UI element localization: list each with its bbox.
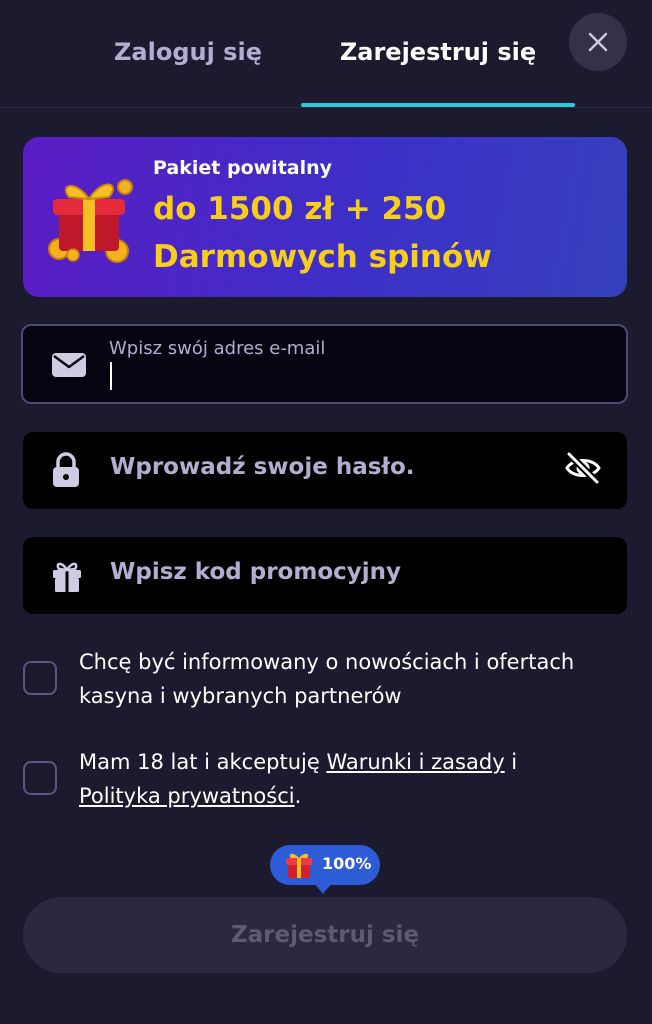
eye-slash-icon[interactable] — [563, 448, 603, 488]
email-input[interactable] — [109, 360, 549, 392]
welcome-bonus-banner: Pakiet powitalny do 1500 zł + 250 Darmow… — [23, 137, 627, 297]
bonus-badge: 100% — [270, 845, 380, 894]
terms-suffix: . — [294, 784, 302, 808]
close-icon — [588, 32, 608, 52]
terms-consent-checkbox[interactable] — [23, 761, 57, 795]
banner-free-spins: Darmowych spinów — [153, 239, 492, 275]
tab-register[interactable]: Zarejestruj się — [318, 30, 558, 74]
tab-login[interactable]: Zaloguj się — [96, 30, 280, 74]
banner-bonus-amount: do 1500 zł + 250 — [153, 191, 447, 227]
text-caret — [110, 362, 112, 390]
marketing-consent-checkbox[interactable] — [23, 661, 57, 695]
terms-consent-text: Mam 18 lat i akceptuję Warunki i zasady … — [79, 745, 619, 813]
promo-code-placeholder: Wpisz kod promocyjny — [110, 559, 402, 585]
marketing-consent-text: Chcę być informowany o nowościach i ofer… — [79, 650, 575, 708]
active-tab-indicator — [301, 103, 575, 107]
gift-icon — [286, 853, 312, 878]
gift-icon — [48, 179, 133, 263]
close-button[interactable] — [569, 13, 627, 71]
envelope-icon — [52, 353, 86, 377]
email-field[interactable]: Wpisz swój adres e-mail — [21, 324, 628, 404]
terms-middle: i — [504, 750, 518, 774]
banner-subtitle: Pakiet powitalny — [153, 157, 333, 179]
terms-prefix: Mam 18 lat i akceptuję — [79, 750, 327, 774]
auth-tabs: Zaloguj się Zarejestruj się — [0, 0, 652, 108]
password-placeholder: Wprowadź swoje hasło. — [110, 454, 415, 480]
register-button[interactable]: Zarejestruj się — [23, 897, 627, 973]
promo-code-field[interactable]: Wpisz kod promocyjny — [23, 537, 627, 614]
terms-link[interactable]: Warunki i zasady — [326, 750, 504, 774]
email-label: Wpisz swój adres e-mail — [109, 338, 326, 359]
privacy-policy-link[interactable]: Polityka prywatności — [79, 784, 295, 808]
gift-icon — [53, 562, 81, 592]
password-field[interactable]: Wprowadź swoje hasło. — [23, 432, 627, 509]
bonus-badge-text: 100% — [322, 854, 372, 873]
lock-icon — [53, 452, 79, 487]
